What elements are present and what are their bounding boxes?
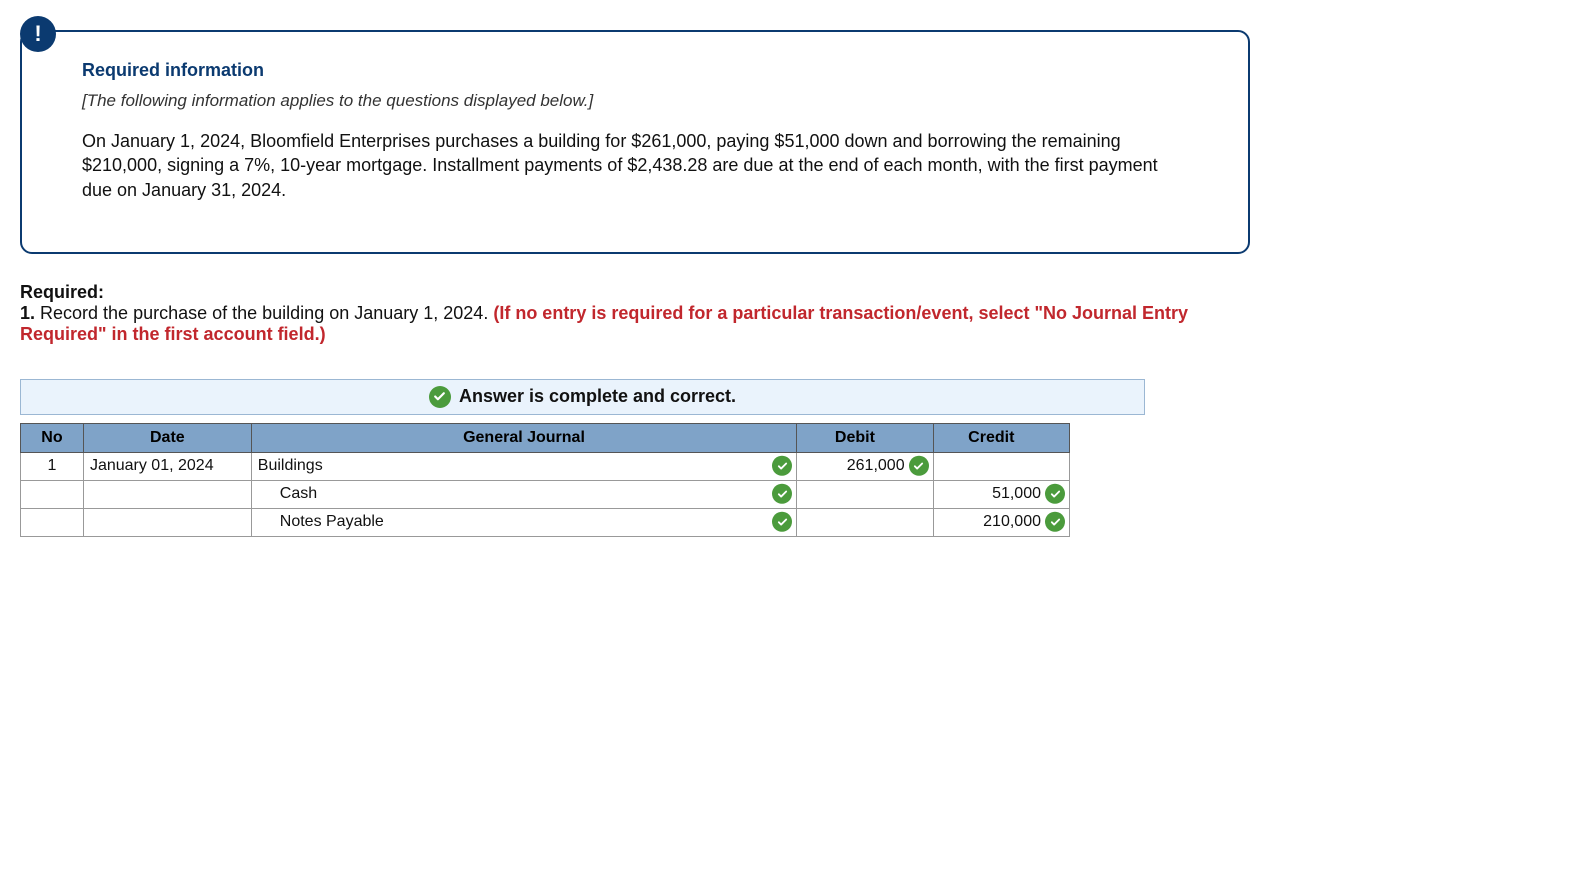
cell-date[interactable] — [83, 480, 251, 508]
table-row: Notes Payable 210,000 — [21, 508, 1070, 536]
col-header-date: Date — [83, 423, 251, 452]
table-row: Cash 51,000 — [21, 480, 1070, 508]
alert-icon: ! — [20, 16, 56, 52]
cell-general-journal[interactable]: Notes Payable — [251, 508, 796, 536]
cell-debit[interactable]: 261,000 — [797, 452, 933, 480]
cell-date[interactable]: January 01, 2024 — [83, 452, 251, 480]
col-header-debit: Debit — [797, 423, 933, 452]
required-label: Required: — [20, 282, 104, 302]
check-icon — [909, 456, 929, 477]
alert-icon-glyph: ! — [34, 21, 41, 47]
credit-text: 210,000 — [983, 513, 1041, 530]
check-icon — [772, 456, 792, 477]
cell-no[interactable] — [21, 480, 84, 508]
check-icon — [1045, 484, 1065, 505]
cell-general-journal[interactable]: Buildings — [251, 452, 796, 480]
gj-text: Notes Payable — [280, 513, 384, 530]
answer-section: Answer is complete and correct. No Date … — [20, 379, 1145, 537]
required-section: Required: 1. Record the purchase of the … — [20, 282, 1250, 345]
required-information-note: [The following information applies to th… — [82, 91, 1208, 111]
check-icon — [772, 484, 792, 505]
answer-status-banner: Answer is complete and correct. — [20, 379, 1145, 415]
required-item-text: Record the purchase of the building on J… — [35, 303, 493, 323]
debit-text: 261,000 — [847, 457, 905, 474]
check-icon — [429, 386, 451, 408]
required-information-title: Required information — [82, 60, 1208, 81]
check-icon — [1045, 512, 1065, 533]
cell-debit[interactable] — [797, 480, 933, 508]
gj-text: Buildings — [258, 457, 323, 474]
cell-date[interactable] — [83, 508, 251, 536]
col-header-no: No — [21, 423, 84, 452]
cell-credit[interactable] — [933, 452, 1069, 480]
required-item-number: 1. — [20, 303, 35, 323]
cell-credit[interactable]: 51,000 — [933, 480, 1069, 508]
answer-status-text: Answer is complete and correct. — [459, 386, 736, 407]
col-header-gj: General Journal — [251, 423, 796, 452]
gj-text: Cash — [280, 485, 317, 502]
cell-no[interactable]: 1 — [21, 452, 84, 480]
required-information-box: ! Required information [The following in… — [20, 30, 1250, 254]
credit-text: 51,000 — [992, 485, 1041, 502]
check-icon — [772, 512, 792, 533]
col-header-credit: Credit — [933, 423, 1069, 452]
cell-no[interactable] — [21, 508, 84, 536]
cell-credit[interactable]: 210,000 — [933, 508, 1069, 536]
cell-debit[interactable] — [797, 508, 933, 536]
table-row: 1January 01, 2024 Buildings 261,000 — [21, 452, 1070, 480]
cell-general-journal[interactable]: Cash — [251, 480, 796, 508]
journal-table: No Date General Journal Debit Credit 1Ja… — [20, 423, 1070, 537]
required-information-body: On January 1, 2024, Bloomfield Enterpris… — [82, 129, 1182, 202]
